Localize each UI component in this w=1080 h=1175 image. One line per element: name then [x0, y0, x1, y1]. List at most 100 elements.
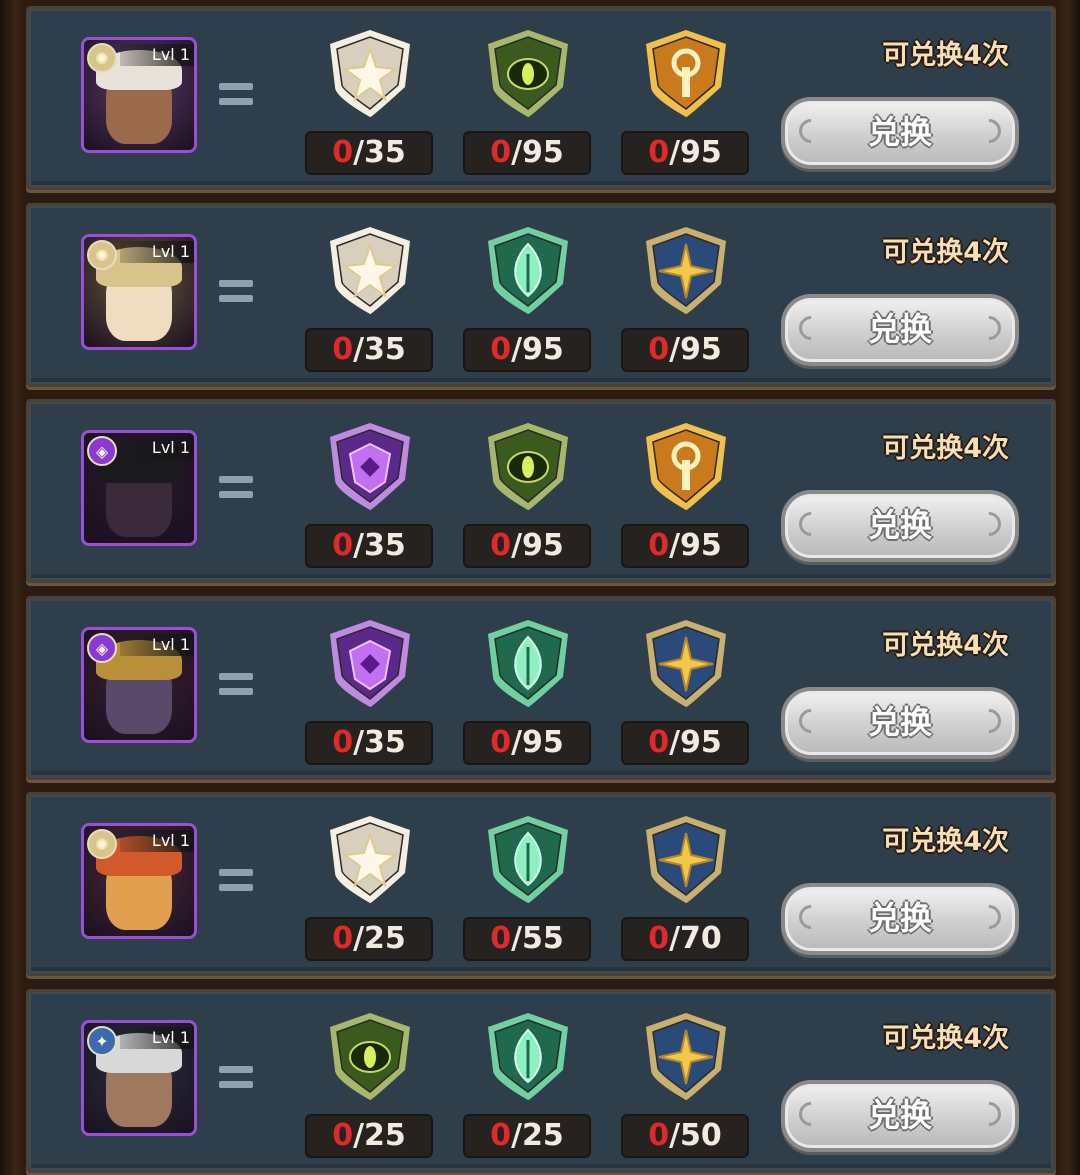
item-owned-count: 0	[648, 135, 670, 170]
required-item[interactable]: 0/50	[621, 1010, 751, 1160]
exchange-limit-text: 可兑换4次	[882, 40, 1009, 71]
required-item[interactable]: 0/25	[305, 813, 435, 963]
exchange-row: Lvl 1 ◈ 0/35 0/95 0/95 可兑换4次 兑换	[26, 596, 1056, 780]
equals-icon	[219, 79, 253, 109]
item-required-count: /95	[511, 135, 564, 170]
exchange-row: Lvl 1 ✺ 0/25 0/55 0/70 可兑换4次 兑换	[26, 792, 1056, 976]
item-owned-count: 0	[332, 921, 354, 956]
hero-level: Lvl 1	[120, 437, 194, 459]
required-item[interactable]: 0/70	[621, 813, 751, 963]
item-count: 0/25	[305, 917, 433, 961]
exchange-row: Lvl 1 ✺ 0/35 0/95 0/95 可兑换4次兑换	[26, 203, 1056, 387]
hero-level: Lvl 1	[120, 634, 194, 656]
required-item[interactable]: 0/95	[463, 617, 593, 767]
hero-level: Lvl 1	[120, 241, 194, 263]
item-owned-count: 0	[648, 921, 670, 956]
item-owned-count: 0	[332, 725, 354, 760]
item-count: 0/95	[463, 524, 591, 568]
item-owned-count: 0	[332, 135, 354, 170]
item-required-count: /35	[353, 528, 406, 563]
item-owned-count: 0	[332, 332, 354, 367]
hero-avatar[interactable]: Lvl 1 ✺	[81, 37, 197, 153]
item-count: 0/55	[463, 917, 591, 961]
required-item[interactable]: 0/35	[305, 27, 435, 177]
exchange-button[interactable]: 兑换	[781, 97, 1019, 169]
hero-avatar[interactable]: Lvl 1 ✦	[81, 1020, 197, 1136]
item-owned-count: 0	[490, 725, 512, 760]
exchange-row: Lvl 1 ✦ 0/25 0/25 0/50 可兑换4次 兑换	[26, 989, 1056, 1173]
item-count: 0/35	[305, 328, 433, 372]
exchange-limit-text: 可兑换4次	[882, 630, 1009, 661]
exchange-limit-text: 可兑换4次	[882, 237, 1009, 268]
equals-icon	[219, 472, 253, 502]
item-count: 0/25	[305, 1114, 433, 1158]
item-owned-count: 0	[490, 135, 512, 170]
required-item[interactable]: 0/95	[621, 224, 751, 374]
equals-icon	[219, 669, 253, 699]
item-required-count: /95	[669, 528, 722, 563]
item-count: 0/25	[463, 1114, 591, 1158]
item-required-count: /35	[353, 725, 406, 760]
item-required-count: /25	[353, 1118, 406, 1153]
hero-avatar[interactable]: Lvl 1 ◈	[81, 627, 197, 743]
equals-icon	[219, 865, 253, 895]
required-item[interactable]: 0/95	[463, 420, 593, 570]
exchange-button[interactable]: 兑换	[781, 883, 1019, 955]
item-count: 0/95	[463, 328, 591, 372]
item-count: 0/50	[621, 1114, 749, 1158]
exchange-list: Lvl 1 ✺ 0/35 0/95 0/95 可兑换4次 兑换 Lvl 1 ✺ 0/35 0/95 0…	[26, 0, 1058, 1175]
hero-level: Lvl 1	[120, 44, 194, 66]
item-owned-count: 0	[490, 332, 512, 367]
item-owned-count: 0	[648, 1118, 670, 1153]
exchange-button[interactable]: 兑换	[781, 294, 1019, 366]
item-count: 0/95	[463, 131, 591, 175]
right-frame-border	[1058, 0, 1080, 1175]
item-count: 0/95	[621, 131, 749, 175]
item-owned-count: 0	[648, 725, 670, 760]
required-item[interactable]: 0/25	[305, 1010, 435, 1160]
item-count: 0/95	[621, 524, 749, 568]
item-required-count: /50	[669, 1118, 722, 1153]
item-owned-count: 0	[490, 528, 512, 563]
dimensional-star-icon: ✦	[87, 1026, 117, 1056]
item-required-count: /95	[669, 725, 722, 760]
item-count: 0/35	[305, 721, 433, 765]
hypogean-icon: ◈	[87, 633, 117, 663]
celestial-sun-icon: ✺	[87, 829, 117, 859]
hero-avatar[interactable]: Lvl 1 ✺	[81, 234, 197, 350]
required-item[interactable]: 0/25	[463, 1010, 593, 1160]
item-count: 0/95	[463, 721, 591, 765]
left-frame-border	[0, 0, 26, 1175]
exchange-limit-text: 可兑换4次	[882, 826, 1009, 857]
item-count: 0/95	[621, 328, 749, 372]
exchange-limit-text: 可兑换4次	[882, 433, 1009, 464]
item-owned-count: 0	[490, 921, 512, 956]
item-count: 0/95	[621, 721, 749, 765]
item-owned-count: 0	[490, 1118, 512, 1153]
required-item[interactable]: 0/35	[305, 224, 435, 374]
required-item[interactable]: 0/35	[305, 617, 435, 767]
exchange-limit-text: 可兑换4次	[882, 1023, 1009, 1054]
exchange-button[interactable]: 兑换	[781, 1080, 1019, 1152]
required-item[interactable]: 0/95	[463, 27, 593, 177]
exchange-button[interactable]: 兑换	[781, 490, 1019, 562]
hero-level: Lvl 1	[120, 830, 194, 852]
celestial-sun-icon: ✺	[87, 240, 117, 270]
equals-icon	[219, 276, 253, 306]
required-item[interactable]: 0/95	[463, 224, 593, 374]
required-item[interactable]: 0/95	[621, 420, 751, 570]
item-required-count: /25	[511, 1118, 564, 1153]
item-required-count: /35	[353, 135, 406, 170]
item-required-count: /25	[353, 921, 406, 956]
hero-avatar[interactable]: Lvl 1 ✺	[81, 823, 197, 939]
required-item[interactable]: 0/95	[621, 617, 751, 767]
required-item[interactable]: 0/55	[463, 813, 593, 963]
item-count: 0/35	[305, 131, 433, 175]
equals-icon	[219, 1062, 253, 1092]
required-item[interactable]: 0/35	[305, 420, 435, 570]
exchange-button[interactable]: 兑换	[781, 687, 1019, 759]
required-item[interactable]: 0/95	[621, 27, 751, 177]
item-owned-count: 0	[648, 528, 670, 563]
hero-avatar[interactable]: Lvl 1 ◈	[81, 430, 197, 546]
item-required-count: /70	[669, 921, 722, 956]
